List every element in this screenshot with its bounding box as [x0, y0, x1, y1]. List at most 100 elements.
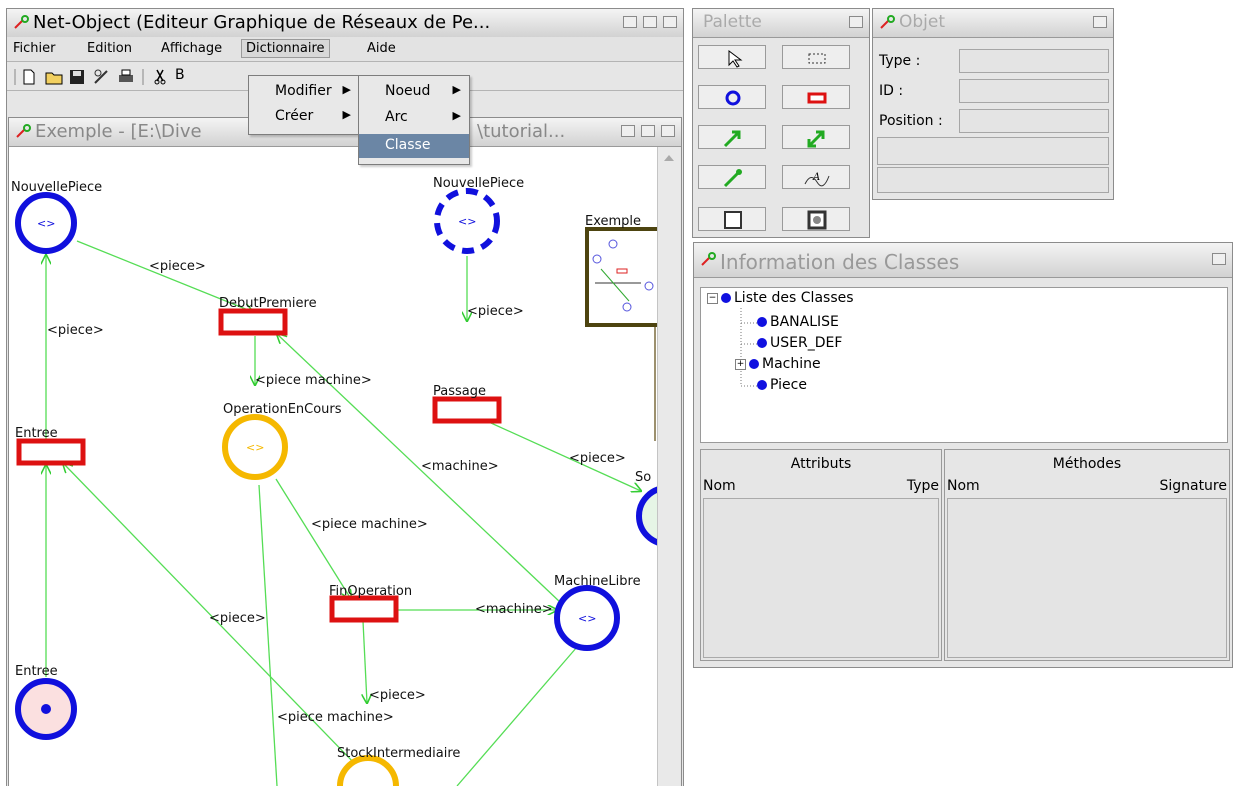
menu-item-creer[interactable]: Créer ▶: [249, 105, 359, 129]
attributes-panel: Attributs Nom Type: [700, 449, 942, 661]
place-label: Entree: [15, 664, 58, 679]
menu-item-noeud[interactable]: Noeud ▶: [359, 80, 469, 104]
attributes-list[interactable]: [703, 498, 939, 658]
place-tool-icon[interactable]: [698, 85, 766, 109]
net-canvas[interactable]: <> <> <> <> Exemple NouvellePiece Nouvel…: [9, 147, 657, 786]
menu-fichier[interactable]: Fichier: [13, 41, 56, 56]
cut-icon[interactable]: [153, 69, 167, 85]
minimize-button[interactable]: [623, 16, 637, 28]
bidirectional-arc-tool-icon[interactable]: [782, 125, 850, 149]
class-node-icon: [721, 293, 731, 303]
properties-icon[interactable]: [93, 69, 111, 85]
open-folder-icon[interactable]: [45, 69, 63, 85]
palette-close-button[interactable]: [849, 16, 863, 28]
position-label: Position :: [879, 113, 943, 129]
methods-col-signature[interactable]: Signature: [1159, 478, 1227, 494]
type-field[interactable]: [959, 49, 1109, 73]
document-title: Exemple - [E:\Dive: [35, 121, 202, 142]
menu-item-arc[interactable]: Arc ▶: [359, 106, 469, 130]
position-field[interactable]: [959, 109, 1109, 133]
scroll-up-icon[interactable]: [663, 153, 675, 163]
arc[interactable]: [275, 478, 351, 599]
new-file-icon[interactable]: [21, 69, 37, 85]
menu-edition[interactable]: Edition: [87, 41, 132, 56]
tree-root[interactable]: − Liste des Classes: [707, 290, 854, 306]
place-marking: <>: [37, 217, 55, 230]
save-icon[interactable]: [69, 69, 85, 85]
classes-close-button[interactable]: [1212, 253, 1226, 265]
tree-item-user-def[interactable]: USER_DEF: [757, 335, 842, 351]
menu-item-modifier[interactable]: Modifier ▶: [249, 80, 359, 104]
attributes-col-type[interactable]: Type: [907, 478, 939, 494]
arcs: [46, 240, 656, 786]
tree-item-banalise[interactable]: BANALISE: [757, 314, 839, 330]
transition-tool-icon[interactable]: [782, 85, 850, 109]
main-titlebar[interactable]: Net-Object (Editeur Graphique de Réseaux…: [7, 9, 683, 38]
place-label: NouvellePiece: [433, 176, 524, 191]
collapse-icon[interactable]: −: [707, 292, 718, 304]
place-label: StockIntermediaire: [337, 746, 460, 761]
print-icon[interactable]: [117, 69, 135, 85]
classes-window: Information des Classes − Liste des Class…: [693, 242, 1233, 668]
arc[interactable]: [456, 646, 578, 786]
close-button[interactable]: [663, 16, 677, 28]
attributes-col-nom[interactable]: Nom: [703, 478, 736, 494]
document-icon: [16, 124, 31, 138]
text-tool-icon[interactable]: A: [782, 165, 850, 189]
arc[interactable]: [363, 620, 367, 703]
subnet-tool-icon[interactable]: [782, 207, 850, 231]
place-node[interactable]: [636, 486, 657, 546]
menu-aide[interactable]: Aide: [367, 41, 396, 56]
tree-item-piece[interactable]: Piece: [757, 377, 807, 393]
menu-dictionnaire[interactable]: Dictionnaire: [241, 39, 330, 58]
objet-window: Objet Type : ID : Position :: [872, 8, 1114, 200]
classes-titlebar[interactable]: Information des Classes: [694, 243, 1232, 278]
select-rect-icon[interactable]: [782, 45, 850, 69]
doc-close-button[interactable]: [661, 125, 675, 137]
place-label: OperationEnCours: [223, 402, 342, 417]
extra-field-2[interactable]: [877, 167, 1109, 193]
expand-icon[interactable]: +: [735, 358, 746, 370]
box-tool-icon[interactable]: [698, 207, 766, 231]
transition-node[interactable]: [16, 438, 86, 466]
main-window-title: Net-Object (Editeur Graphique de Réseaux…: [33, 12, 491, 33]
transition-node[interactable]: [329, 595, 399, 623]
transition-node[interactable]: [218, 308, 288, 336]
inhibitor-arc-tool-icon[interactable]: [698, 165, 766, 189]
subnet-box[interactable]: [585, 227, 657, 327]
objet-titlebar[interactable]: Objet: [873, 9, 1113, 38]
tree-item-machine[interactable]: + Machine: [735, 356, 821, 372]
menu-affichage[interactable]: Affichage: [161, 41, 222, 56]
class-tree: − Liste des Classes BANALISE USER_DEF + Ma…: [700, 287, 1228, 443]
arc-label: <piece>: [47, 323, 104, 338]
app-icon: [14, 15, 29, 29]
palette-titlebar[interactable]: Palette: [693, 9, 869, 38]
place-node[interactable]: [337, 755, 399, 786]
vertical-scrollbar[interactable]: [657, 147, 680, 786]
arc-tool-icon[interactable]: [698, 125, 766, 149]
transition-node[interactable]: [432, 396, 502, 424]
dictionnaire-menu: Modifier ▶ Créer ▶: [248, 75, 360, 135]
classes-icon: [701, 252, 716, 266]
arc[interactable]: [258, 484, 278, 786]
arc-label: <piece>: [149, 259, 206, 274]
menu-item-classe[interactable]: Classe: [359, 134, 469, 158]
toolbar-fragment[interactable]: B: [175, 68, 185, 83]
extra-field-1[interactable]: [877, 137, 1109, 165]
document-title-tail: \tutorial...: [477, 121, 566, 142]
methods-list[interactable]: [947, 498, 1227, 658]
arc-label: <machine>: [475, 602, 553, 617]
palette-window: Palette A: [692, 8, 870, 238]
objet-close-button[interactable]: [1093, 16, 1107, 28]
submenu-arrow-icon: ▶: [452, 109, 461, 122]
toolbar-separator: [142, 69, 144, 85]
petri-net-diagram: <> <> <> <> Exemple NouvellePiece Nouvel…: [11, 176, 657, 786]
submenu-arrow-icon: ▶: [342, 108, 351, 121]
id-field[interactable]: [959, 79, 1109, 103]
maximize-button[interactable]: [643, 16, 657, 28]
select-arrow-icon[interactable]: [698, 45, 766, 69]
palette-title: Palette: [703, 12, 762, 32]
methods-col-nom[interactable]: Nom: [947, 478, 980, 494]
doc-minimize-button[interactable]: [621, 125, 635, 137]
doc-maximize-button[interactable]: [641, 125, 655, 137]
